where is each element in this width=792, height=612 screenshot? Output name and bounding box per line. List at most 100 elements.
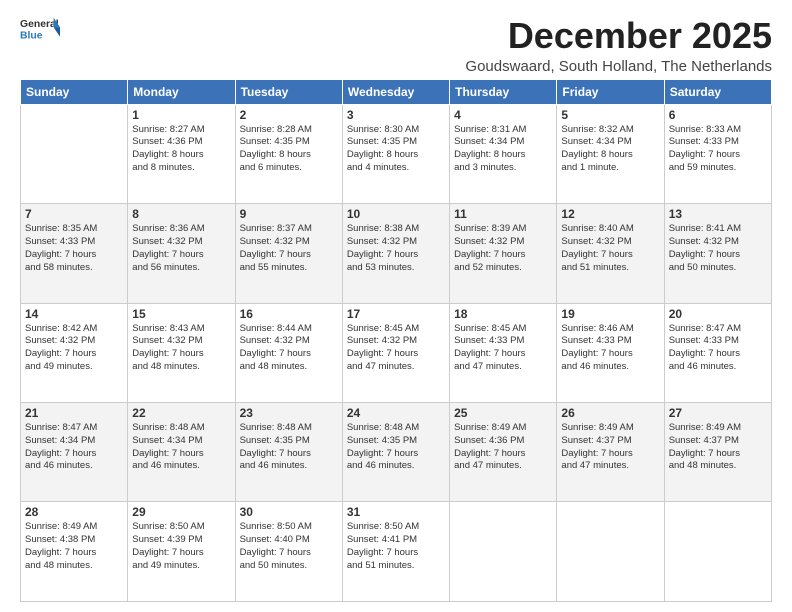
- day-number: 19: [561, 307, 659, 321]
- day-number: 23: [240, 406, 338, 420]
- day-number: 26: [561, 406, 659, 420]
- day-number: 11: [454, 207, 552, 221]
- calendar-cell: 16 Sunrise: 8:44 AMSunset: 4:32 PMDayligh…: [235, 303, 342, 402]
- calendar-cell: 30Sunrise: 8:50 AMSunset: 4:40 PMDayligh…: [235, 502, 342, 602]
- calendar-cell: 12 Sunrise: 8:40 AMSunset: 4:32 PMDayligh…: [557, 204, 664, 303]
- calendar-week-row: 7 Sunrise: 8:35 AMSunset: 4:33 PMDaylight…: [21, 204, 772, 303]
- calendar-cell: 25 Sunrise: 8:49 AMSunset: 4:36 PMDayligh…: [450, 403, 557, 502]
- day-info: Sunrise: 8:50 AMSunset: 4:39 PMDaylight:…: [132, 521, 230, 572]
- calendar-header-monday: Monday: [128, 79, 235, 104]
- calendar-cell: 21 Sunrise: 8:47 AMSunset: 4:34 PMDayligh…: [21, 403, 128, 502]
- day-info: Sunrise: 8:45 AMSunset: 4:32 PMDaylight:…: [347, 323, 445, 374]
- calendar-cell: [450, 502, 557, 602]
- day-info: Sunrise: 8:42 AMSunset: 4:32 PMDaylight:…: [25, 323, 123, 374]
- day-number: 27: [669, 406, 767, 420]
- calendar-cell: 17Sunrise: 8:45 AMSunset: 4:32 PMDayligh…: [342, 303, 449, 402]
- day-info: Sunrise: 8:43 AMSunset: 4:32 PMDaylight:…: [132, 323, 230, 374]
- calendar-cell: 10Sunrise: 8:38 AMSunset: 4:32 PMDayligh…: [342, 204, 449, 303]
- day-info: Sunrise: 8:41 AMSunset: 4:32 PMDaylight:…: [669, 223, 767, 274]
- day-info: Sunrise: 8:48 AMSunset: 4:35 PMDaylight:…: [347, 422, 445, 473]
- calendar-cell: 6 Sunrise: 8:33 AMSunset: 4:33 PMDaylight…: [664, 104, 771, 203]
- day-info: Sunrise: 8:49 AMSunset: 4:38 PMDaylight:…: [25, 521, 123, 572]
- day-info: Sunrise: 8:45 AMSunset: 4:33 PMDaylight:…: [454, 323, 552, 374]
- day-number: 24: [347, 406, 445, 420]
- day-info: Sunrise: 8:44 AMSunset: 4:32 PMDaylight:…: [240, 323, 338, 374]
- day-number: 9: [240, 207, 338, 221]
- day-info: Sunrise: 8:33 AMSunset: 4:33 PMDaylight:…: [669, 124, 767, 175]
- calendar-week-row: 21 Sunrise: 8:47 AMSunset: 4:34 PMDayligh…: [21, 403, 772, 502]
- calendar-cell: 19Sunrise: 8:46 AMSunset: 4:33 PMDayligh…: [557, 303, 664, 402]
- day-info: Sunrise: 8:35 AMSunset: 4:33 PMDaylight:…: [25, 223, 123, 274]
- calendar-cell: [21, 104, 128, 203]
- calendar-header-wednesday: Wednesday: [342, 79, 449, 104]
- calendar-cell: 8Sunrise: 8:36 AMSunset: 4:32 PMDaylight…: [128, 204, 235, 303]
- day-number: 6: [669, 108, 767, 122]
- calendar-cell: 18Sunrise: 8:45 AMSunset: 4:33 PMDayligh…: [450, 303, 557, 402]
- calendar-cell: 4Sunrise: 8:31 AMSunset: 4:34 PMDaylight…: [450, 104, 557, 203]
- day-number: 16: [240, 307, 338, 321]
- day-number: 12: [561, 207, 659, 221]
- calendar-week-row: 14 Sunrise: 8:42 AMSunset: 4:32 PMDayligh…: [21, 303, 772, 402]
- day-info: Sunrise: 8:37 AMSunset: 4:32 PMDaylight:…: [240, 223, 338, 274]
- calendar-cell: 5 Sunrise: 8:32 AMSunset: 4:34 PMDaylight…: [557, 104, 664, 203]
- calendar-cell: 11 Sunrise: 8:39 AMSunset: 4:32 PMDayligh…: [450, 204, 557, 303]
- day-info: Sunrise: 8:40 AMSunset: 4:32 PMDaylight:…: [561, 223, 659, 274]
- calendar-cell: 28 Sunrise: 8:49 AMSunset: 4:38 PMDayligh…: [21, 502, 128, 602]
- day-info: Sunrise: 8:38 AMSunset: 4:32 PMDaylight:…: [347, 223, 445, 274]
- calendar-cell: 27 Sunrise: 8:49 AMSunset: 4:37 PMDayligh…: [664, 403, 771, 502]
- calendar-cell: 7 Sunrise: 8:35 AMSunset: 4:33 PMDaylight…: [21, 204, 128, 303]
- day-number: 21: [25, 406, 123, 420]
- title-block: December 2025 Goudswaard, South Holland,…: [465, 16, 772, 75]
- day-number: 20: [669, 307, 767, 321]
- day-info: Sunrise: 8:49 AMSunset: 4:36 PMDaylight:…: [454, 422, 552, 473]
- logo: General Blue: [20, 16, 60, 46]
- day-number: 13: [669, 207, 767, 221]
- day-number: 15: [132, 307, 230, 321]
- calendar-cell: 20 Sunrise: 8:47 AMSunset: 4:33 PMDayligh…: [664, 303, 771, 402]
- page-subtitle: Goudswaard, South Holland, The Netherlan…: [465, 58, 772, 75]
- calendar-cell: [664, 502, 771, 602]
- day-info: Sunrise: 8:28 AMSunset: 4:35 PMDaylight:…: [240, 124, 338, 175]
- day-number: 22: [132, 406, 230, 420]
- calendar-cell: 14 Sunrise: 8:42 AMSunset: 4:32 PMDayligh…: [21, 303, 128, 402]
- day-info: Sunrise: 8:32 AMSunset: 4:34 PMDaylight:…: [561, 124, 659, 175]
- day-number: 25: [454, 406, 552, 420]
- day-number: 31: [347, 505, 445, 519]
- calendar-cell: 23 Sunrise: 8:48 AMSunset: 4:35 PMDayligh…: [235, 403, 342, 502]
- calendar-cell: [557, 502, 664, 602]
- day-info: Sunrise: 8:49 AMSunset: 4:37 PMDaylight:…: [669, 422, 767, 473]
- calendar-cell: 24 Sunrise: 8:48 AMSunset: 4:35 PMDayligh…: [342, 403, 449, 502]
- day-info: Sunrise: 8:50 AMSunset: 4:40 PMDaylight:…: [240, 521, 338, 572]
- svg-text:General: General: [20, 19, 59, 30]
- day-info: Sunrise: 8:36 AMSunset: 4:32 PMDaylight:…: [132, 223, 230, 274]
- day-info: Sunrise: 8:48 AMSunset: 4:35 PMDaylight:…: [240, 422, 338, 473]
- day-info: Sunrise: 8:39 AMSunset: 4:32 PMDaylight:…: [454, 223, 552, 274]
- calendar-cell: 26Sunrise: 8:49 AMSunset: 4:37 PMDayligh…: [557, 403, 664, 502]
- day-number: 3: [347, 108, 445, 122]
- day-info: Sunrise: 8:47 AMSunset: 4:33 PMDaylight:…: [669, 323, 767, 374]
- calendar-cell: 31 Sunrise: 8:50 AMSunset: 4:41 PMDayligh…: [342, 502, 449, 602]
- day-info: Sunrise: 8:47 AMSunset: 4:34 PMDaylight:…: [25, 422, 123, 473]
- day-number: 1: [132, 108, 230, 122]
- day-number: 7: [25, 207, 123, 221]
- day-number: 5: [561, 108, 659, 122]
- calendar-cell: 3Sunrise: 8:30 AMSunset: 4:35 PMDaylight…: [342, 104, 449, 203]
- calendar-cell: 13 Sunrise: 8:41 AMSunset: 4:32 PMDayligh…: [664, 204, 771, 303]
- day-info: Sunrise: 8:48 AMSunset: 4:34 PMDaylight:…: [132, 422, 230, 473]
- calendar-header-saturday: Saturday: [664, 79, 771, 104]
- day-number: 28: [25, 505, 123, 519]
- calendar-table: SundayMondayTuesdayWednesdayThursdayFrid…: [20, 79, 772, 602]
- calendar-week-row: 1Sunrise: 8:27 AMSunset: 4:36 PMDaylight…: [21, 104, 772, 203]
- calendar-cell: 1Sunrise: 8:27 AMSunset: 4:36 PMDaylight…: [128, 104, 235, 203]
- page-title: December 2025: [465, 16, 772, 56]
- day-number: 14: [25, 307, 123, 321]
- svg-text:Blue: Blue: [20, 30, 43, 41]
- calendar-cell: 29 Sunrise: 8:50 AMSunset: 4:39 PMDayligh…: [128, 502, 235, 602]
- day-number: 29: [132, 505, 230, 519]
- calendar-cell: 15 Sunrise: 8:43 AMSunset: 4:32 PMDayligh…: [128, 303, 235, 402]
- calendar-header-thursday: Thursday: [450, 79, 557, 104]
- calendar-cell: 9 Sunrise: 8:37 AMSunset: 4:32 PMDaylight…: [235, 204, 342, 303]
- calendar-cell: 2Sunrise: 8:28 AMSunset: 4:35 PMDaylight…: [235, 104, 342, 203]
- day-info: Sunrise: 8:50 AMSunset: 4:41 PMDaylight:…: [347, 521, 445, 572]
- logo-icon: General Blue: [20, 16, 60, 44]
